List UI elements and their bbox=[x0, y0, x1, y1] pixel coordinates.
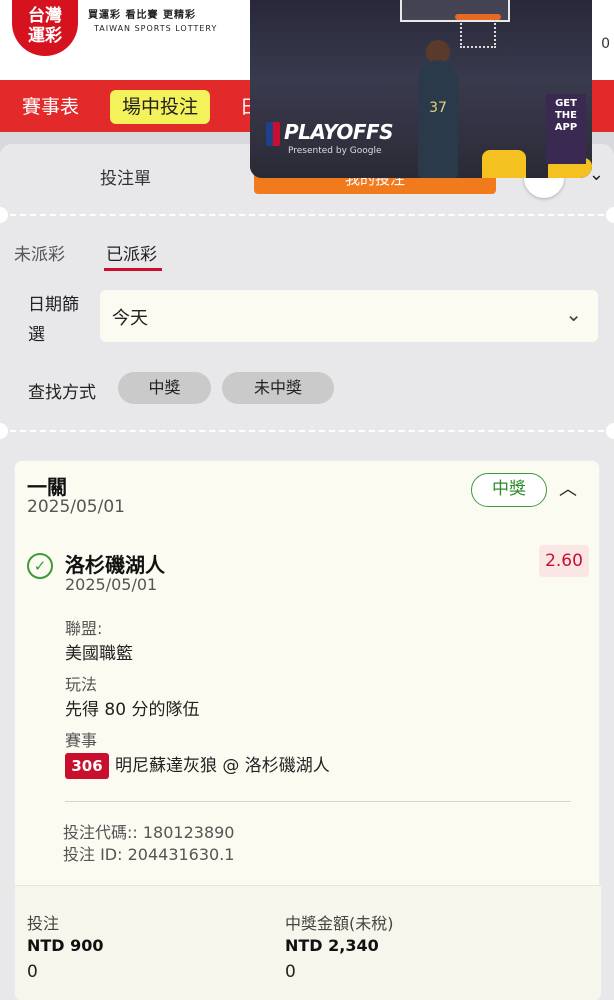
selection-team: 洛杉磯湖人 bbox=[65, 553, 165, 577]
nav-live-betting[interactable]: 場中投注 bbox=[110, 90, 211, 124]
promo-banner: GET THE APP bbox=[546, 94, 586, 164]
league-value: 美國職籃 bbox=[65, 644, 133, 664]
jersey-number: 37 bbox=[429, 100, 447, 116]
search-method-label: 查找方式 bbox=[28, 383, 96, 403]
event-number-badge: 306 bbox=[65, 753, 109, 779]
event-label: 賽事 bbox=[65, 731, 98, 750]
nav-schedule[interactable]: 賽事表 bbox=[22, 90, 79, 124]
tab-settled[interactable]: 已派彩 bbox=[106, 240, 157, 265]
bet-card: 一關 2025/05/01 中獎 ︿ ✓ 洛杉磯湖人 2025/05/01 2.… bbox=[14, 460, 601, 1000]
selection-date: 2025/05/01 bbox=[65, 575, 158, 594]
stake-value: NTD 900 bbox=[27, 936, 104, 955]
filter-win-button[interactable]: 中獎 bbox=[118, 372, 211, 404]
chevron-down-icon: ⌄ bbox=[565, 302, 582, 326]
notch-right bbox=[606, 207, 614, 223]
date-filter-label: 日期篩選 bbox=[28, 295, 79, 345]
nba-logo-icon bbox=[266, 122, 280, 146]
league-label: 聯盟: bbox=[65, 619, 103, 638]
date-filter-value: 今天 bbox=[112, 308, 148, 329]
live-video-player[interactable]: 37 GET THE APP PLAYOFFS Presented by Goo… bbox=[250, 0, 592, 178]
bet-slip-title[interactable]: 投注單 bbox=[100, 164, 151, 189]
check-circle-icon: ✓ bbox=[27, 553, 53, 579]
header-right-text: 0 bbox=[601, 36, 610, 52]
odds-badge: 2.60 bbox=[539, 545, 589, 577]
opponent-jersey bbox=[482, 150, 526, 178]
divider-dashed bbox=[0, 430, 614, 432]
status-badge: 中獎 bbox=[471, 473, 547, 507]
bet-summary: 投注 NTD 900 0 中獎金額(未稅) NTD 2,340 0 bbox=[15, 885, 601, 1000]
bet-type: 一關 bbox=[27, 475, 67, 499]
notch-right bbox=[606, 423, 614, 439]
tab-active-indicator bbox=[104, 268, 162, 271]
date-filter-select[interactable]: 今天 ⌄ bbox=[100, 290, 598, 342]
divider bbox=[65, 801, 571, 802]
stake-label: 投注 bbox=[27, 914, 60, 933]
chevron-up-icon[interactable]: ︿ bbox=[559, 475, 577, 501]
payout-sub-value: 0 bbox=[285, 962, 296, 982]
market-value: 先得 80 分的隊伍 bbox=[65, 700, 200, 720]
sponsor-text: Presented by Google bbox=[288, 146, 382, 156]
filter-lose-button[interactable]: 未中獎 bbox=[222, 372, 334, 404]
market-label: 玩法 bbox=[65, 675, 98, 694]
bet-date: 2025/05/01 bbox=[27, 497, 125, 517]
logo-slogan: 買運彩 看比賽 更精彩 bbox=[88, 10, 196, 21]
divider-dashed bbox=[0, 214, 614, 216]
net bbox=[460, 20, 496, 48]
logo[interactable]: 台灣 運彩 bbox=[12, 0, 78, 56]
notch-left bbox=[0, 207, 8, 223]
playoffs-brand: PLAYOFFS bbox=[284, 120, 394, 144]
payout-value: NTD 2,340 bbox=[285, 936, 379, 955]
logo-text-1: 台灣 bbox=[28, 6, 62, 26]
logo-text-2: 運彩 bbox=[28, 26, 62, 46]
tab-unsettled[interactable]: 未派彩 bbox=[14, 240, 65, 265]
payout-label: 中獎金額(未稅) bbox=[285, 914, 394, 933]
bet-slip-panel: 投注單 我的投注 ⌄ 未派彩 已派彩 日期篩選 今天 ⌄ 查找方式 中獎 未中獎… bbox=[0, 144, 614, 1000]
player: 37 bbox=[418, 60, 458, 178]
logo-english: TAIWAN SPORTS LOTTERY bbox=[94, 24, 218, 33]
bet-id: 投注 ID: 204431630.1 bbox=[63, 845, 235, 864]
stake-sub-value: 0 bbox=[27, 962, 38, 982]
bet-code: 投注代碼:: 180123890 bbox=[63, 823, 235, 842]
notch-left bbox=[0, 423, 8, 439]
event-name: 明尼蘇達灰狼 @ 洛杉磯湖人 bbox=[115, 756, 330, 776]
